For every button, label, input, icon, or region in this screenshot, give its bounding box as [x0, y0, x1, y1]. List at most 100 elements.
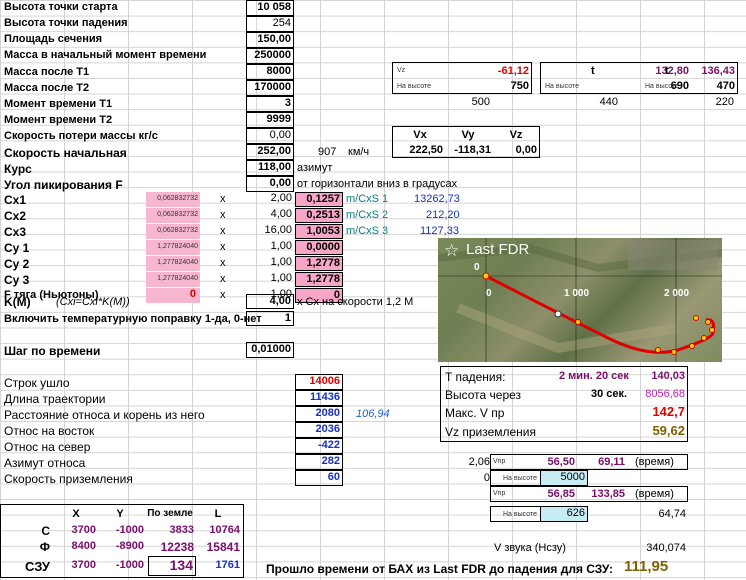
map-title: Last FDR — [466, 241, 530, 258]
coef-multiplier[interactable]: 2,00 — [246, 192, 294, 207]
track-point — [689, 343, 695, 349]
track-point — [701, 335, 707, 341]
vz-landing-label: Vz приземления — [445, 425, 537, 439]
fall-height-cell[interactable]: 254 — [246, 16, 294, 32]
result-label: Азимут относа — [4, 456, 86, 470]
row-label: Масса после T2 — [4, 82, 90, 94]
section-area-cell[interactable]: 150,00 — [246, 32, 294, 48]
result-label: Длина траектории — [4, 392, 106, 406]
speed-kmh: 907 — [318, 146, 337, 158]
vz-value-2: 0,00 — [515, 144, 537, 156]
vpr-height-cell[interactable]: 5000 — [540, 470, 588, 486]
xy-x: 8400 — [71, 540, 96, 552]
row-label: Площадь сечения — [4, 33, 103, 45]
dive-angle-cell[interactable]: 0,00 — [246, 176, 294, 192]
vpr-height-cell[interactable]: 626 — [540, 506, 588, 522]
row-label: Масса после T1 — [4, 66, 90, 78]
step-cell[interactable]: 0,01000 — [246, 342, 294, 358]
row-label: Момент времени T2 — [4, 114, 113, 126]
velocity-box: Vx Vy Vz 222,50 -118,31 0,00 — [392, 126, 540, 158]
track-point — [705, 319, 711, 325]
t1-below: 440 — [599, 96, 618, 108]
vpr-left: 2,06 — [468, 456, 490, 468]
map-zero-y: 0 — [474, 262, 480, 273]
coef-base: 1,277824040 — [146, 256, 200, 271]
coef-multiplier[interactable]: 4,00 — [246, 208, 294, 223]
coef-multiplier[interactable]: 1,00 — [246, 272, 294, 287]
result-label: Строк ушло — [4, 376, 70, 390]
fall-time-label: T падения: — [445, 370, 506, 384]
coef-base: 0,062832732 — [146, 224, 200, 239]
mass-t1-cell[interactable]: 8000 — [246, 64, 294, 80]
sound-speed-label: V звука (Нсзу) — [494, 542, 566, 554]
vpr-extra: 64,74 — [658, 508, 686, 520]
mass-loss-cell[interactable]: 0,00 — [246, 128, 294, 144]
track-point — [709, 327, 715, 333]
vz-header: Vz — [509, 129, 523, 141]
coef-base: 0,062832732 — [146, 192, 200, 207]
height-after-value: 8056,68 — [645, 388, 685, 400]
row-label: Скорость потери массы кг/с — [4, 130, 158, 142]
course-cell[interactable]: 118,00 — [246, 160, 294, 176]
coef-result: 1,2778 — [295, 256, 343, 271]
star-icon[interactable]: ☆ — [444, 241, 459, 261]
initial-mass-cell[interactable]: 250000 — [246, 48, 294, 64]
trajectory-map[interactable]: ☆ Last FDR 0 0 1 000 2 000 — [438, 238, 722, 362]
drift-east-value: 2036 — [295, 422, 343, 438]
vpr-label: Vпр — [493, 458, 506, 465]
track-point — [655, 347, 661, 353]
vz-below: 500 — [471, 96, 490, 108]
track-point — [482, 272, 490, 280]
initial-speed-cell[interactable]: 252,00 — [246, 144, 294, 160]
height-after-time: 30 сек. — [591, 388, 628, 400]
row-label: Скорость начальная — [4, 146, 127, 160]
time-t2-cell[interactable]: 9999 — [246, 112, 294, 128]
mass-t2-cell[interactable]: 170000 — [246, 80, 294, 96]
km-cell[interactable]: 4,00 — [246, 294, 294, 309]
coef-result: 0,1257 — [295, 192, 343, 207]
coef-multiplier[interactable]: 1,00 — [246, 256, 294, 271]
final-label: Прошло времени от БАХ из Last FDR до пад… — [266, 562, 614, 576]
vy-value: -118,31 — [454, 144, 491, 156]
coef-unit: m/CxS 3 — [346, 225, 389, 237]
start-height-cell[interactable]: 10 058 — [246, 0, 294, 16]
sound-speed-value: 340,074 — [646, 542, 686, 554]
coef-multiplier[interactable]: 1,00 — [246, 240, 294, 255]
step-label: Шаг по времени — [4, 344, 101, 358]
times-sign: x — [220, 257, 226, 269]
max-v-value: 142,7 — [652, 404, 685, 419]
temp-label: Включить температурную поправку 1-да, 0-… — [4, 313, 262, 325]
unit-kmh: км/ч — [348, 146, 370, 158]
vz-height-value: 750 — [510, 80, 529, 92]
coef-label: Cy 3 — [4, 273, 30, 287]
coef-label: Cx2 — [4, 209, 27, 223]
unit-azimuth: азимут — [297, 162, 333, 174]
vpr-value: 56,50 — [547, 456, 575, 468]
coef-label: Cy 2 — [4, 257, 30, 271]
xy-ground: 12238 — [160, 540, 194, 554]
vpr-unit: (время) — [635, 456, 674, 468]
fall-time-value: 2 мин. 20 сек — [559, 370, 629, 382]
vpr-row-1: Vпр 56,50 69,11 (время) — [490, 454, 688, 470]
xy-row-name: Ф — [39, 540, 50, 554]
coef-base: 1,277824040 — [146, 272, 200, 287]
row-label: Угол пикирования F — [4, 178, 123, 192]
max-v-label: Макс. V пр — [445, 406, 505, 420]
fall-info-box: T падения: 2 мин. 20 сек 140,03 Высота ч… — [440, 366, 688, 442]
coef-label: Cx3 — [4, 225, 27, 239]
vz-landing-value: 59,62 — [652, 423, 685, 438]
xy-row-name: СЗУ — [25, 559, 50, 574]
time-t1-cell[interactable]: 3 — [246, 96, 294, 112]
t1-height-label: На высоте — [545, 83, 579, 90]
coef-extra: 212,20 — [426, 209, 460, 221]
coef-extra: 13262,73 — [414, 193, 460, 205]
trajectory-length-value: 11436 — [295, 390, 343, 406]
xy-l-szu: 1761 — [215, 559, 240, 571]
t2-value: 136,43 — [701, 65, 735, 77]
coef-unit: m/CxS 1 — [346, 193, 389, 205]
map-tick: 2 000 — [664, 288, 690, 299]
xy-y: -1000 — [115, 559, 144, 571]
temp-cell[interactable]: 1 — [246, 311, 294, 326]
coef-multiplier[interactable]: 16,00 — [246, 224, 294, 239]
result-label: Расстояние относа и корень из него — [4, 408, 205, 422]
